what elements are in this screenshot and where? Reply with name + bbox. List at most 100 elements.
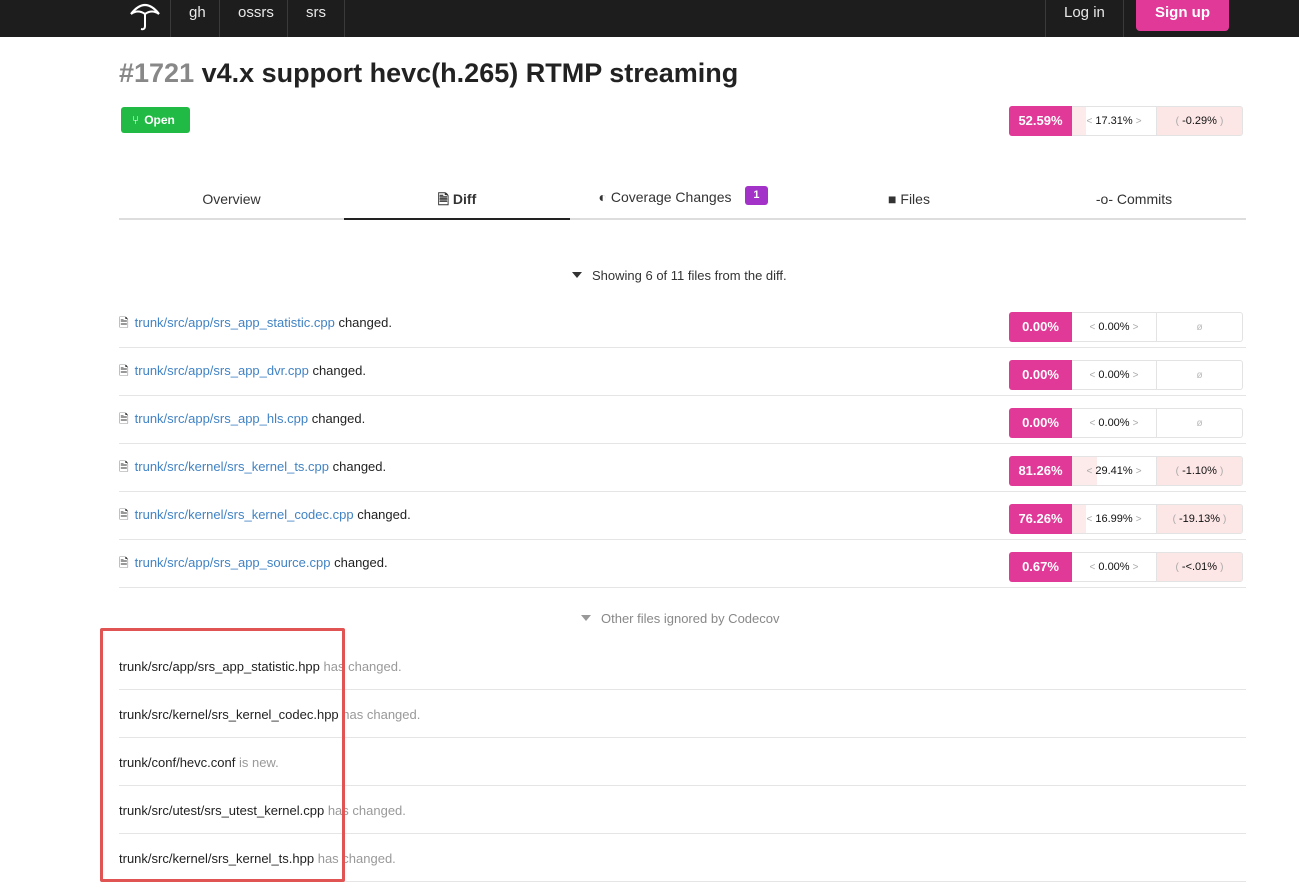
patch-coverage-bar <box>1072 505 1087 533</box>
caret-down-icon <box>581 615 591 621</box>
pull-request-icon: ⑂ <box>132 113 140 127</box>
pull-number: #1721 <box>119 58 195 88</box>
coverage-change: ø <box>1157 360 1243 390</box>
nav-item-ossrs[interactable]: ossrs <box>219 0 292 37</box>
tab-label: Diff <box>452 191 477 207</box>
diff-file-icon: 🗎 <box>119 412 129 426</box>
file-coverage-widget: 0.67% < 0.00% > ( -<.01% ) <box>1009 552 1243 582</box>
patch-coverage: < 0.00% > <box>1072 360 1157 390</box>
paren-right-icon: ) <box>1219 116 1224 127</box>
diff-file-icon: 🗎 <box>119 556 129 570</box>
file-name: 🗎 trunk/src/kernel/srs_kernel_ts.cpp chan… <box>119 458 386 479</box>
ignored-header: Other files ignored by Codecov <box>601 611 780 626</box>
diff-file-icon: 🗎 <box>119 316 129 330</box>
file-name: 🗎 trunk/src/kernel/srs_kernel_codec.cpp c… <box>119 506 411 527</box>
paren-left-icon: ( <box>1175 116 1179 127</box>
patch-coverage: < 16.99% > <box>1072 504 1157 534</box>
gt-icon: > <box>1132 418 1139 429</box>
patch-coverage: < 0.00% > <box>1072 552 1157 582</box>
patch-coverage-value: 29.41% <box>1095 465 1133 477</box>
nav-item-srs[interactable]: srs <box>287 0 345 37</box>
file-row: 🗎 trunk/src/app/srs_app_source.cpp change… <box>119 540 1246 588</box>
file-link[interactable]: trunk/src/kernel/srs_kernel_codec.cpp <box>135 507 354 522</box>
patch-coverage: < 17.31% > <box>1072 106 1157 136</box>
ignored-files-toggle[interactable]: Other files ignored by Codecov <box>581 611 779 626</box>
file-suffix: changed. <box>338 315 392 330</box>
page-title: #1721 v4.x support hevc(h.265) RTMP stre… <box>119 58 738 89</box>
login-link[interactable]: Log in <box>1045 0 1124 37</box>
lt-icon: < <box>1086 514 1093 525</box>
file-link[interactable]: trunk/src/kernel/srs_kernel_ts.cpp <box>135 459 329 474</box>
head-coverage: 0.67% <box>1009 552 1072 582</box>
gt-icon: > <box>1135 466 1142 477</box>
file-suffix: changed. <box>312 363 366 378</box>
gt-icon: > <box>1132 562 1139 573</box>
file-suffix: changed. <box>334 555 388 570</box>
caret-down-icon <box>572 272 582 278</box>
status-label: Open <box>144 113 175 127</box>
highlight-annotation-box <box>100 628 345 882</box>
pull-coverage-widget: 52.59% < 17.31% > ( -0.29% ) <box>1009 106 1243 136</box>
paren-right-icon: ) <box>1219 466 1224 477</box>
file-suffix: changed. <box>332 459 387 474</box>
patch-coverage-value: 0.00% <box>1098 561 1130 573</box>
tab-diff[interactable]: 🗎 Diff <box>344 183 570 220</box>
lt-icon: < <box>1089 562 1096 573</box>
showing-files-toggle[interactable]: Showing 6 of 11 files from the diff. <box>572 268 787 283</box>
file-name: 🗎 trunk/src/app/srs_app_statistic.cpp cha… <box>119 314 392 335</box>
tab-label: Overview <box>202 191 261 207</box>
patch-coverage: < 29.41% > <box>1072 456 1157 486</box>
file-suffix: changed. <box>357 507 411 522</box>
patch-coverage-value: 0.00% <box>1098 321 1130 333</box>
tab-overview[interactable]: Overview <box>119 183 344 220</box>
diff-file-icon: 🗎 <box>119 460 129 474</box>
file-row: 🗎 trunk/src/kernel/srs_kernel_ts.cpp chan… <box>119 444 1246 492</box>
diff-file-icon: 🗎 <box>119 364 129 378</box>
head-coverage: 52.59% <box>1009 106 1072 136</box>
top-navbar: gh ossrs srs Log in Sign up <box>0 0 1299 37</box>
coverage-change: ( -0.29% ) <box>1157 106 1243 136</box>
signup-button[interactable]: Sign up <box>1136 0 1229 31</box>
coverage-change-value: -0.29% <box>1182 115 1217 127</box>
tab-coverage-changes[interactable]: ◐ Coverage Changes 1 <box>570 183 796 220</box>
half-circle-icon: ◐ <box>598 189 607 205</box>
ignored-file-status: has changed. <box>342 707 421 722</box>
patch-coverage: < 0.00% > <box>1072 312 1157 342</box>
file-coverage-widget: 0.00% < 0.00% > ø <box>1009 360 1243 390</box>
file-link[interactable]: trunk/src/app/srs_app_hls.cpp <box>135 411 308 426</box>
file-suffix: changed. <box>311 411 366 426</box>
coverage-change-value: -1.10% <box>1182 465 1217 477</box>
status-badge: ⑂ Open <box>121 107 190 133</box>
gt-icon: > <box>1135 116 1142 127</box>
coverage-change: ø <box>1157 408 1243 438</box>
paren-right-icon: ) <box>1220 562 1224 573</box>
lt-icon: < <box>1086 466 1093 477</box>
gt-icon: > <box>1135 514 1142 525</box>
nav-item-gh[interactable]: gh <box>170 0 224 37</box>
tab-commits[interactable]: -o- Commits <box>1022 183 1246 220</box>
file-link[interactable]: trunk/src/app/srs_app_statistic.cpp <box>135 315 335 330</box>
file-row: 🗎 trunk/src/app/srs_app_statistic.cpp cha… <box>119 300 1246 348</box>
commit-icon: -o- <box>1095 191 1113 207</box>
lt-icon: < <box>1086 116 1093 127</box>
diff-file-icon: 🗎 <box>437 191 450 207</box>
coverage-change-value: ø <box>1196 418 1203 429</box>
codecov-umbrella-icon[interactable] <box>128 0 162 32</box>
coverage-change: ( -1.10% ) <box>1157 456 1243 486</box>
folder-icon: ■ <box>888 191 897 207</box>
gt-icon: > <box>1132 322 1139 333</box>
coverage-change: ( -19.13% ) <box>1157 504 1243 534</box>
paren-left-icon: ( <box>1175 466 1179 477</box>
showing-text: Showing 6 of 11 files from the diff. <box>592 268 787 283</box>
file-link[interactable]: trunk/src/app/srs_app_source.cpp <box>135 555 331 570</box>
head-coverage: 0.00% <box>1009 312 1072 342</box>
tab-bar: Overview 🗎 Diff ◐ Coverage Changes 1 ■ F… <box>119 183 1246 220</box>
lt-icon: < <box>1089 322 1096 333</box>
pull-title: v4.x support hevc(h.265) RTMP streaming <box>201 58 739 88</box>
file-link[interactable]: trunk/src/app/srs_app_dvr.cpp <box>135 363 309 378</box>
file-name: 🗎 trunk/src/app/srs_app_hls.cpp changed. <box>119 410 365 431</box>
patch-coverage-bar <box>1072 107 1087 135</box>
head-coverage: 0.00% <box>1009 408 1072 438</box>
tab-files[interactable]: ■ Files <box>796 183 1022 220</box>
tab-label: Commits <box>1116 191 1173 207</box>
